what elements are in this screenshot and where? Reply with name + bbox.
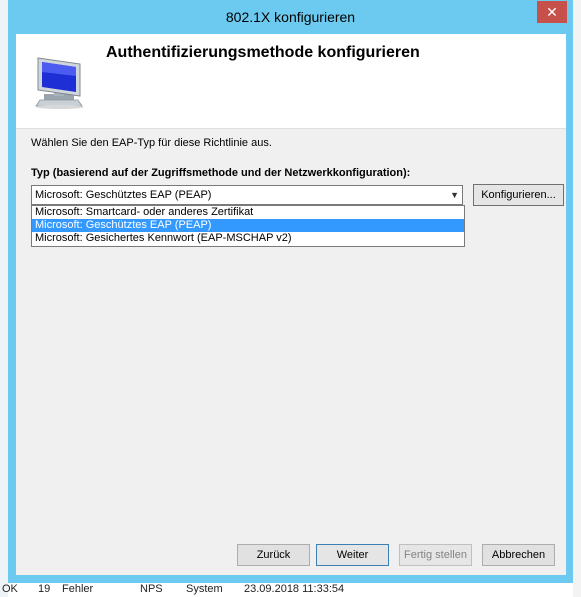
event-type: Fehler [62,583,94,595]
eap-option-peap[interactable]: Microsoft: Geschütztes EAP (PEAP) [32,219,464,232]
background-window-right-edge [573,0,581,597]
back-button[interactable]: Zurück [237,544,310,566]
computer-monitor-icon [35,57,84,109]
event-level: OK [2,583,18,595]
event-timestamp: 23.09.2018 11:33:54 [244,583,345,595]
finish-button[interactable]: Fertig stellen [399,544,472,566]
close-button[interactable]: ✕ [537,1,567,23]
instruction-text: Wählen Sie den EAP-Typ für diese Richtli… [31,137,272,149]
event-source: NPS [140,583,163,595]
eap-option-mschapv2[interactable]: Microsoft: Gesichertes Kennwort (EAP-MSC… [32,232,464,245]
page-title: Authentifizierungsmethode konfigurieren [106,44,420,61]
chevron-down-icon: ▼ [450,190,459,200]
close-icon: ✕ [546,4,558,20]
eap-type-select[interactable]: Microsoft: Geschütztes EAP (PEAP) ▼ [31,185,463,205]
eap-type-label: Typ (basierend auf der Zugriffsmethode u… [31,167,411,179]
configure-button[interactable]: Konfigurieren... [473,184,564,206]
cancel-button[interactable]: Abbrechen [482,544,555,566]
dialog-client-area: Authentifizierungsmethode konfigurieren … [16,34,566,575]
event-category: System [186,583,223,595]
dialog-title: 802.1X konfigurieren [225,9,356,25]
wizard-header: Authentifizierungsmethode konfigurieren [16,34,566,129]
eap-type-selected-value: Microsoft: Geschütztes EAP (PEAP) [35,189,212,201]
background-event-row: OK 19 Fehler NPS System 23.09.2018 11:33… [0,583,581,597]
eap-option-smartcard[interactable]: Microsoft: Smartcard- oder anderes Zerti… [32,206,464,219]
eap-type-dropdown-list: Microsoft: Smartcard- oder anderes Zerti… [31,205,465,247]
next-button[interactable]: Weiter [316,544,389,566]
event-id: 19 [38,583,51,595]
dialog-window: 802.1X konfigurieren ✕ Authentifizierung… [8,0,573,583]
background-window-left-edge [0,0,8,597]
